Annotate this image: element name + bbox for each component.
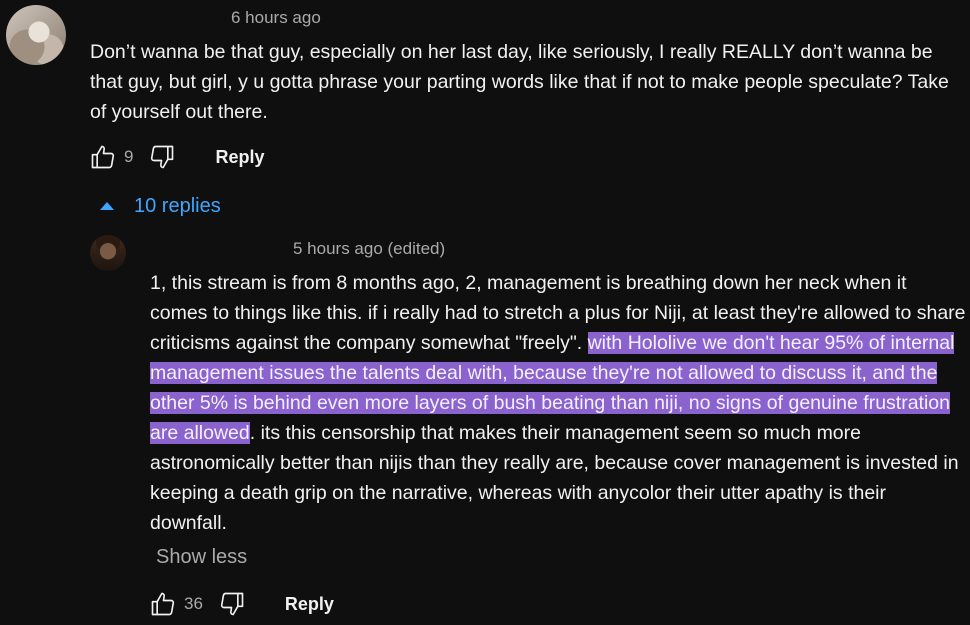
like-count: 9 bbox=[124, 147, 134, 166]
thumbs-down-icon bbox=[220, 592, 244, 616]
avatar[interactable] bbox=[6, 5, 66, 65]
comment-timestamp[interactable]: 6 hours ago bbox=[231, 8, 321, 28]
reply-action-bar: 36 Reply bbox=[148, 588, 334, 620]
thumbs-up-icon bbox=[91, 145, 115, 169]
replies-toggle[interactable]: 10 replies bbox=[100, 195, 221, 218]
reply-timestamp[interactable]: 5 hours ago (edited) bbox=[293, 239, 445, 259]
reply-text: 1, this stream is from 8 months ago, 2, … bbox=[150, 268, 966, 538]
comment-text: Don’t wanna be that guy, especially on h… bbox=[90, 41, 949, 123]
caret-up-icon bbox=[100, 201, 114, 210]
replies-count-label: 10 replies bbox=[134, 195, 221, 217]
reply-text-after: . its this censorship that makes their m… bbox=[150, 422, 959, 534]
comments-section: 6 hours ago Don’t wanna be that guy, esp… bbox=[0, 0, 970, 625]
reply-dislike-button[interactable] bbox=[217, 589, 247, 619]
reply-like-count: 36 bbox=[184, 594, 203, 613]
reply-reply-button[interactable]: Reply bbox=[285, 594, 334, 615]
reply-like-button[interactable] bbox=[148, 589, 178, 619]
comment-action-bar: 9 Reply bbox=[88, 141, 265, 173]
dislike-button[interactable] bbox=[147, 142, 177, 172]
like-button[interactable] bbox=[88, 142, 118, 172]
thumbs-down-icon bbox=[151, 145, 174, 169]
thumbs-up-icon bbox=[151, 592, 175, 616]
reply-avatar[interactable] bbox=[90, 235, 126, 271]
reply-button[interactable]: Reply bbox=[215, 147, 264, 168]
show-less-button[interactable]: Show less bbox=[156, 546, 247, 569]
